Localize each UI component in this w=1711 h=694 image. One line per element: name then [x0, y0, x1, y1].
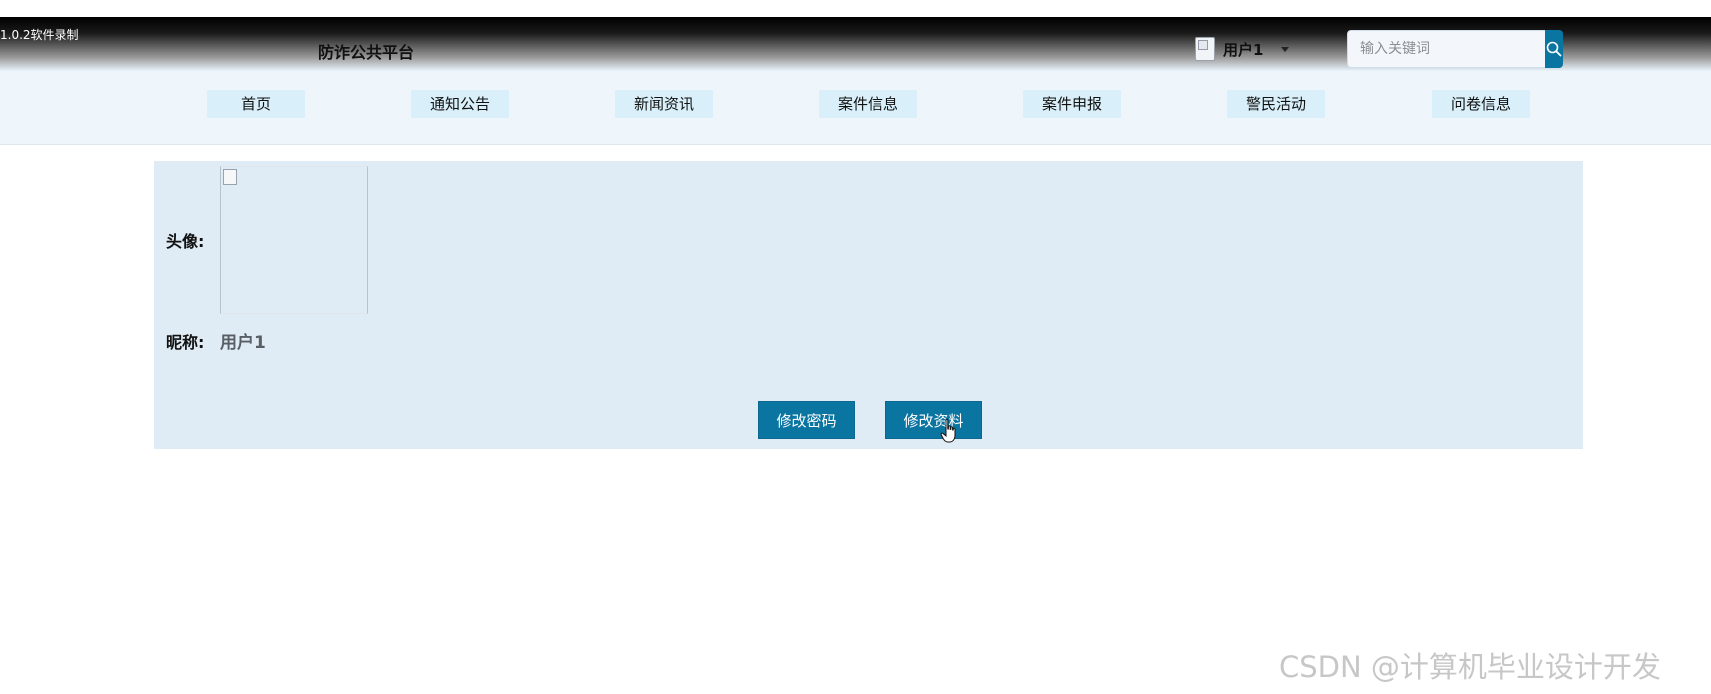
profile-panel: 头像: 昵称: 用户1 修改密码 修改资料	[154, 161, 1583, 449]
broken-image-icon	[223, 169, 237, 185]
recorder-label: 1.0.2软件录制	[0, 28, 79, 42]
search-icon	[1546, 41, 1562, 57]
user-menu[interactable]: 用户1	[1195, 36, 1290, 62]
user-avatar-icon	[1195, 37, 1215, 61]
search-box	[1347, 30, 1563, 68]
nav-item-cases[interactable]: 案件信息	[819, 90, 917, 118]
site-title: 防诈公共平台	[318, 43, 415, 62]
nickname-value: 用户1	[220, 333, 266, 353]
page: 1.0.2软件录制 防诈公共平台 用户1 首页 通知公告 新闻资讯 案件信息 案…	[0, 0, 1711, 694]
caret-down-icon	[1281, 46, 1290, 52]
nickname-label: 昵称:	[166, 333, 205, 352]
avatar-label: 头像:	[166, 232, 205, 251]
nav-item-police-activities[interactable]: 警民活动	[1227, 90, 1325, 118]
watermark: CSDN @计算机毕业设计开发	[1279, 650, 1661, 684]
hand-cursor-icon	[940, 418, 956, 443]
nav-item-news[interactable]: 新闻资讯	[615, 90, 713, 118]
user-name: 用户1	[1223, 40, 1264, 59]
nav-item-notices[interactable]: 通知公告	[411, 90, 509, 118]
change-password-button[interactable]: 修改密码	[758, 401, 855, 439]
avatar	[220, 166, 368, 314]
nav-item-surveys[interactable]: 问卷信息	[1432, 90, 1530, 118]
nav-item-case-report[interactable]: 案件申报	[1023, 90, 1121, 118]
search-button[interactable]	[1545, 30, 1563, 68]
search-input[interactable]	[1347, 30, 1545, 68]
nav-item-home[interactable]: 首页	[207, 90, 305, 118]
main-nav: 首页 通知公告 新闻资讯 案件信息 案件申报 警民活动 问卷信息	[0, 71, 1711, 145]
edit-profile-button[interactable]: 修改资料	[885, 401, 982, 439]
